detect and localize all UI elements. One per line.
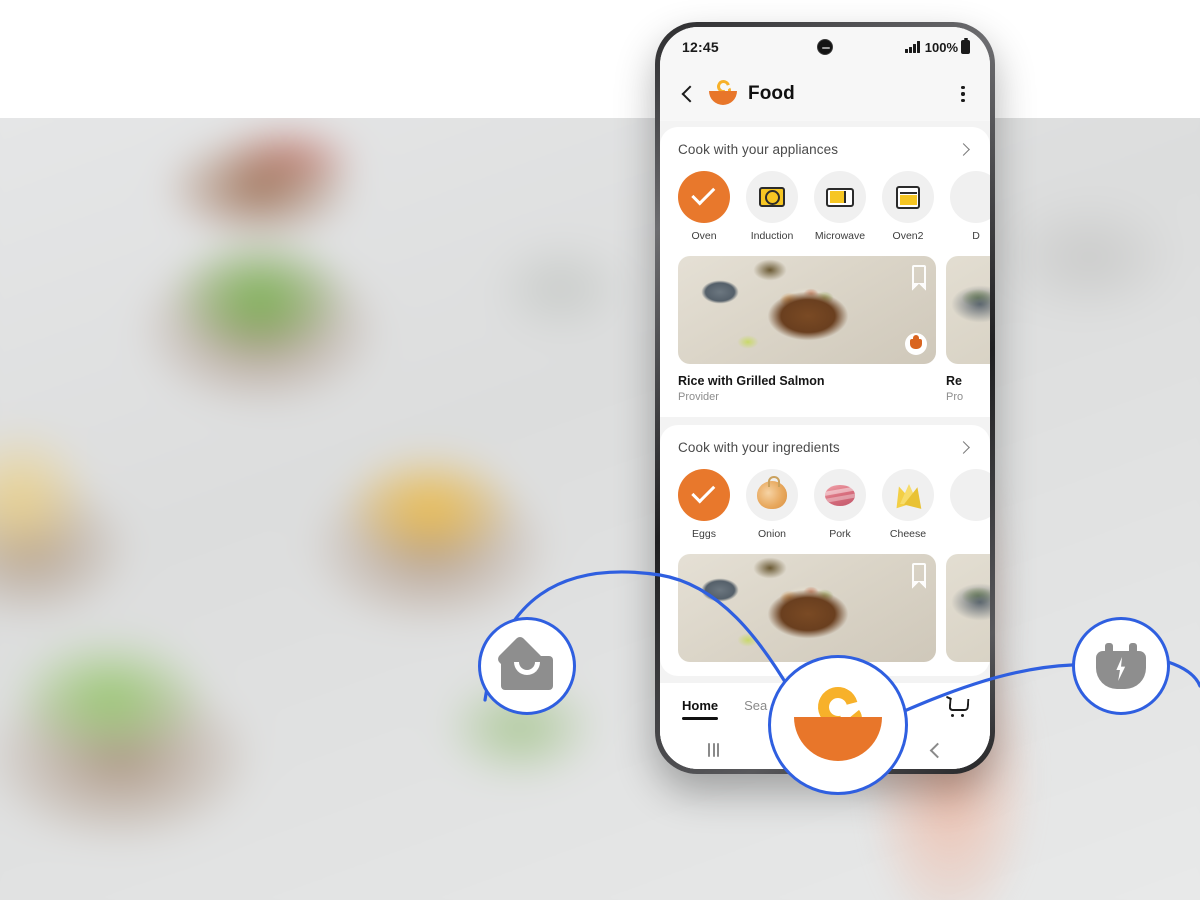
bookmark-icon[interactable] — [912, 265, 926, 291]
recipe-card[interactable] — [678, 554, 936, 662]
appliance-label: Oven — [691, 230, 717, 242]
ingredient-recipe-row[interactable] — [660, 540, 990, 662]
battery-icon — [961, 37, 970, 54]
ingredient-label: Onion — [757, 528, 787, 540]
ingredients-section-header[interactable]: Cook with your ingredients — [660, 439, 990, 455]
recipe-image — [946, 554, 990, 662]
appliance-chip-partial[interactable]: D — [950, 171, 990, 242]
chevron-right-icon[interactable] — [956, 141, 972, 157]
recipe-title: Re — [946, 374, 962, 388]
check-tick-icon — [678, 469, 730, 521]
onion-icon — [746, 469, 798, 521]
ingredients-card: Cook with your ingredients Eggs Onion Po… — [660, 425, 990, 676]
battery-percent-label: 100% — [924, 39, 958, 55]
ingredient-chip-row[interactable]: Eggs Onion Pork Cheese — [660, 455, 990, 540]
pork-icon — [814, 469, 866, 521]
nav-tab-home[interactable]: Home — [682, 698, 719, 720]
appliance-label: D — [972, 230, 980, 242]
cheese-icon — [882, 469, 934, 521]
appliance-chip-row[interactable]: Oven Induction Microwave Oven2 D — [660, 157, 990, 242]
oven-icon — [882, 171, 934, 223]
back-chevron-icon[interactable] — [676, 83, 698, 105]
food-bowl-icon — [792, 679, 884, 767]
ingredient-chip-cheese[interactable]: Cheese — [882, 469, 934, 540]
appliance-chip-induction[interactable]: Induction — [746, 171, 798, 242]
recipe-card[interactable]: Re Pro — [946, 256, 990, 403]
more-options-kebab-icon[interactable] — [952, 83, 974, 105]
appliance-chip-oven2[interactable]: Oven2 — [882, 171, 934, 242]
bookmark-icon[interactable] — [912, 563, 926, 589]
appliances-section-title: Cook with your appliances — [678, 141, 839, 157]
recipe-image — [678, 256, 936, 364]
android-back-icon[interactable] — [928, 743, 942, 757]
recipe-provider: Provider — [678, 391, 719, 403]
energy-plug-icon — [1096, 643, 1146, 689]
appliances-section-header[interactable]: Cook with your appliances — [660, 141, 990, 157]
appliance-label: Microwave — [814, 230, 866, 242]
ingredient-chip-eggs[interactable]: Eggs — [678, 469, 730, 540]
background-food-crates-photo — [0, 118, 1200, 900]
ingredient-label: Pork — [829, 528, 851, 540]
ingredients-section-title: Cook with your ingredients — [678, 439, 840, 455]
provider-badge-icon — [905, 333, 927, 355]
ingredient-label: Cheese — [889, 528, 927, 540]
appliance-label: Induction — [750, 230, 794, 242]
appliance-chip-oven[interactable]: Oven — [678, 171, 730, 242]
ingredient-label: Eggs — [692, 528, 716, 540]
recipe-image — [678, 554, 936, 662]
nav-tab-search[interactable]: Sea — [744, 698, 767, 717]
ingredient-chip-onion[interactable]: Onion — [746, 469, 798, 540]
check-tick-icon — [678, 171, 730, 223]
recipe-image — [946, 256, 990, 364]
status-indicators: 100% — [905, 37, 970, 55]
app-bar: Food — [660, 67, 990, 121]
recipe-provider: Pro — [946, 391, 964, 403]
recipe-title: Rice with Grilled Salmon — [678, 374, 825, 388]
food-app-logo-icon — [708, 77, 738, 109]
front-camera-punch-hole-icon — [817, 39, 833, 55]
induction-cooktop-icon — [746, 171, 798, 223]
microwave-icon — [814, 171, 866, 223]
shopping-cart-icon[interactable] — [946, 697, 968, 718]
appliance-label: Oven2 — [892, 230, 924, 242]
dishwasher-icon — [950, 171, 990, 223]
ingredient-chip-pork[interactable]: Pork — [814, 469, 866, 540]
chevron-right-icon[interactable] — [956, 439, 972, 455]
status-time: 12:45 — [682, 39, 719, 55]
food-service-badge[interactable] — [768, 655, 908, 795]
recent-apps-icon[interactable] — [708, 743, 719, 757]
appliances-card: Cook with your appliances Oven Induction — [660, 127, 990, 417]
appliance-chip-microwave[interactable]: Microwave — [814, 171, 866, 242]
ingredient-chip-partial[interactable] — [950, 469, 990, 540]
page-title: Food — [748, 83, 795, 104]
energy-service-badge[interactable] — [1072, 617, 1170, 715]
recipe-card[interactable]: Rice with Grilled Salmon Provider — [678, 256, 936, 403]
appliance-recipe-row[interactable]: Rice with Grilled Salmon Provider Re Pro — [660, 242, 990, 403]
partial-ingredient-icon — [950, 469, 990, 521]
smartthings-home-badge[interactable] — [478, 617, 576, 715]
home-icon — [495, 634, 553, 690]
signal-bars-icon — [905, 41, 920, 53]
recipe-card[interactable] — [946, 554, 990, 662]
status-bar: 12:45 100% — [660, 27, 990, 67]
